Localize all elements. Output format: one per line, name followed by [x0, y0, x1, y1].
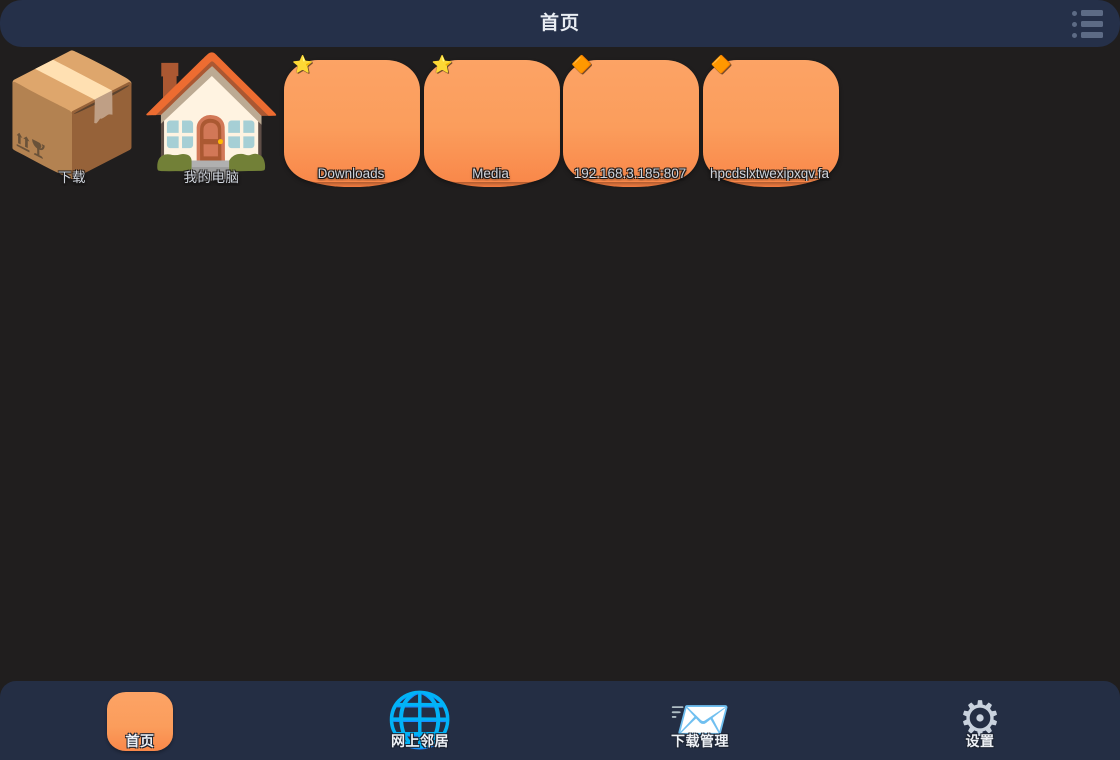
- desktop-item[interactable]: 🏠 我的电脑: [138, 49, 285, 190]
- page-title: 首页: [539, 13, 580, 34]
- favorite-star-icon: ⭐: [431, 55, 453, 74]
- desktop-grid: 📦 下载 🏠 我的电脑 ⭐ Downloads ⭐ Media 🔶 192.168.3.185:8…: [0, 47, 1120, 681]
- menu-icon-bar: [1081, 32, 1103, 38]
- desktop-item[interactable]: ⭐ Downloads: [281, 50, 421, 190]
- nav-item-label: 设置: [965, 733, 995, 749]
- desktop-item-label: 我的电脑: [183, 170, 240, 185]
- menu-icon-row: [1072, 10, 1103, 16]
- orange-folder-icon: [423, 60, 560, 187]
- desktop-item[interactable]: 🔶 192.168.3.185:807: [560, 50, 700, 190]
- desktop-item[interactable]: 🔶 hpcdslxtwexipxqv.fa: [700, 50, 840, 190]
- menu-icon-row: [1072, 32, 1103, 38]
- favorite-star-icon: ⭐: [292, 55, 314, 74]
- nav-item-label: 首页: [125, 733, 155, 749]
- desktop-item-label: Downloads: [317, 166, 385, 181]
- favorite-star-icon: 🔶: [710, 55, 732, 74]
- nav-item-4[interactable]: ⚙ 设置: [840, 681, 1120, 760]
- list-menu-icon[interactable]: [1066, 6, 1110, 42]
- nav-item-3[interactable]: 📨 下载管理: [560, 681, 840, 760]
- orange-folder-icon: [284, 60, 420, 187]
- nav-item-label: 网上邻居: [391, 733, 449, 749]
- desktop-item-label: 下载: [58, 170, 86, 185]
- desktop-item-label: 192.168.3.185:807: [573, 166, 687, 181]
- house-icon: 🏠: [138, 49, 285, 181]
- menu-icon-dot: [1072, 32, 1077, 38]
- nav-item-1[interactable]: 首页: [0, 681, 280, 760]
- package-box-icon: 📦: [0, 49, 146, 181]
- desktop-item-label: Media: [472, 166, 509, 181]
- bottom-navigation-bar: 首页 🌐 网上邻居 📨 下载管理 ⚙ 设置: [0, 681, 1120, 760]
- menu-icon-bar: [1081, 21, 1103, 27]
- nav-item-label: 下载管理: [671, 733, 729, 749]
- app-header: 首页: [0, 0, 1120, 47]
- desktop-item[interactable]: 📦 下载: [0, 49, 146, 190]
- menu-icon-dot: [1072, 21, 1077, 27]
- nav-item-2[interactable]: 🌐 网上邻居: [280, 681, 560, 760]
- menu-icon-dot: [1072, 10, 1077, 16]
- orange-folder-icon: [563, 60, 699, 187]
- orange-folder-icon: [702, 60, 839, 187]
- favorite-star-icon: 🔶: [571, 55, 593, 74]
- desktop-item[interactable]: ⭐ Media: [421, 50, 561, 190]
- desktop-item-label: hpcdslxtwexipxqv.fa: [709, 166, 830, 181]
- menu-icon-row: [1072, 21, 1103, 27]
- menu-icon-bar: [1081, 10, 1103, 16]
